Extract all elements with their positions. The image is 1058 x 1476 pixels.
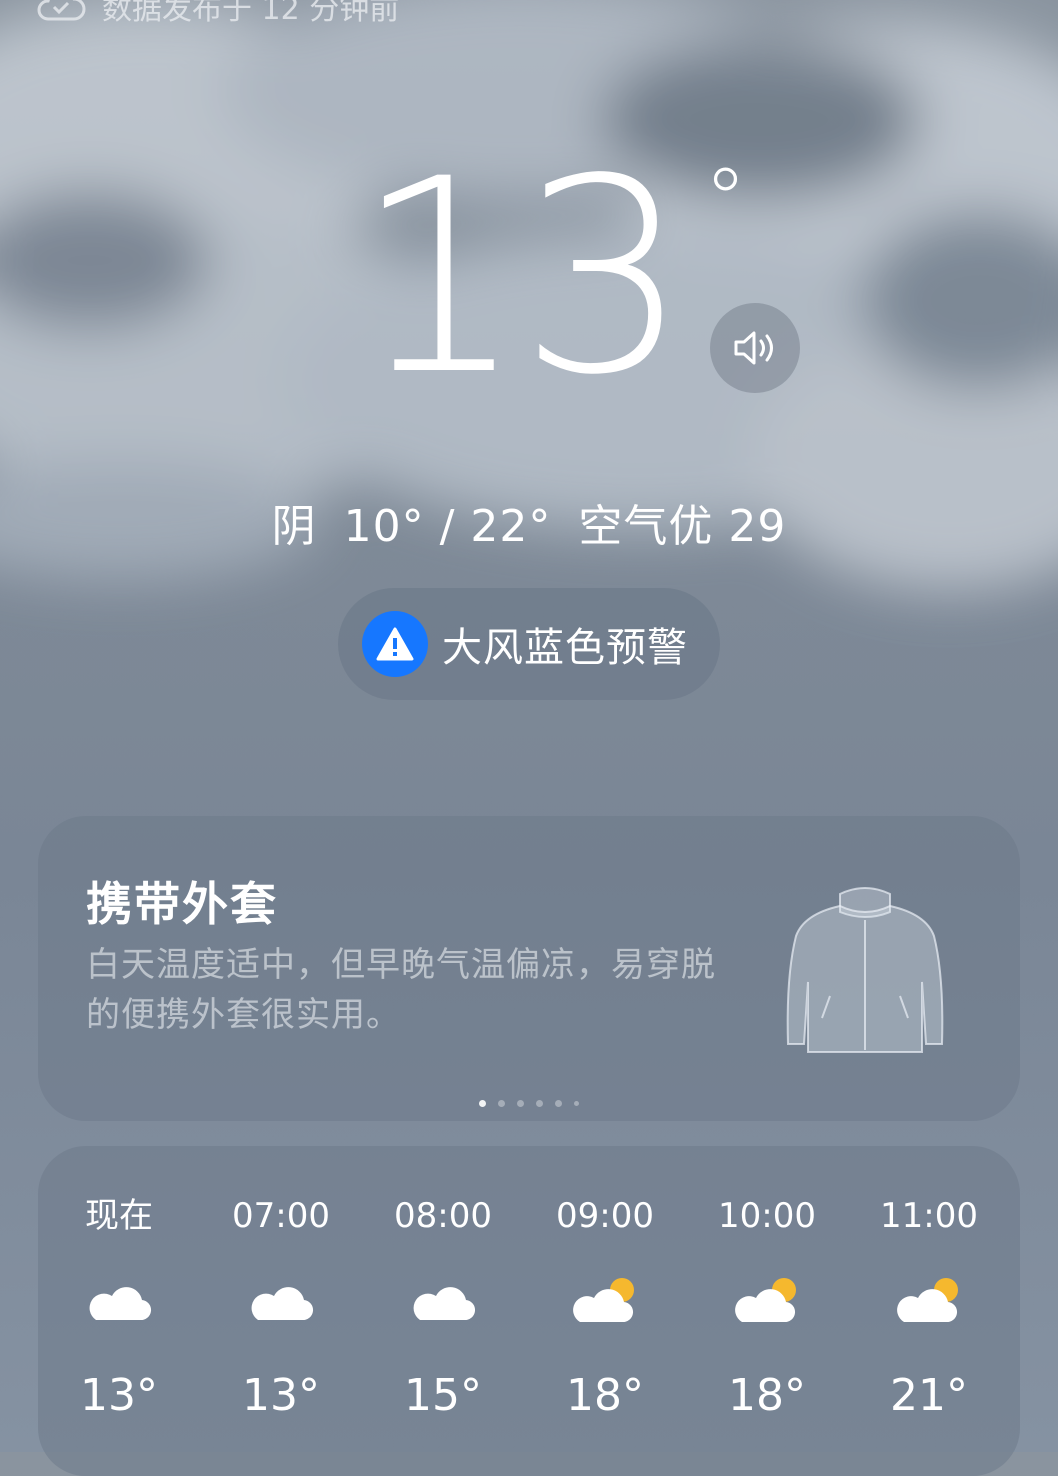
- hour-time: 08:00: [394, 1196, 492, 1236]
- warning-icon: [362, 611, 428, 677]
- hour-item: 09:00 18°: [524, 1196, 686, 1421]
- life-tip-card[interactable]: 携带外套 白天温度适中，但早晚气温偏凉，易穿脱的便携外套很实用。: [38, 816, 1020, 1121]
- hour-temperature: 21°: [890, 1370, 968, 1421]
- hour-temperature: 18°: [566, 1370, 644, 1421]
- current-temperature: 13: [0, 122, 1058, 434]
- hour-temperature: 15°: [404, 1370, 482, 1421]
- tip-title: 携带外套: [86, 877, 278, 931]
- publish-time-text: 数据发布于 12 分钟前: [102, 0, 400, 27]
- publish-status: 数据发布于 12 分钟前: [36, 0, 400, 27]
- carousel-dot: [517, 1100, 524, 1107]
- degree-symbol: °: [704, 150, 747, 250]
- hour-item: 10:00 18°: [686, 1196, 848, 1421]
- hour-temperature: 18°: [728, 1370, 806, 1421]
- hour-item: 08:00 15°: [362, 1196, 524, 1421]
- hour-temperature: 13°: [242, 1370, 320, 1421]
- cloud-icon: [89, 1287, 152, 1321]
- weather-summary[interactable]: 阴 10° / 22° 空气优 29: [0, 490, 1058, 554]
- hour-temperature: 13°: [80, 1370, 158, 1421]
- hourly-forecast-card[interactable]: 现在 13° 07:00 13° 08:00 15° 09:00 18° 10:…: [38, 1146, 1020, 1476]
- hour-item: 现在 13°: [38, 1196, 200, 1421]
- hour-time: 11:00: [880, 1196, 978, 1236]
- temperature-range: 10° / 22°: [343, 501, 552, 552]
- cloud-check-icon: [37, 0, 86, 21]
- tip-description: 白天温度适中，但早晚气温偏凉，易穿脱的便携外套很实用。: [86, 945, 716, 1035]
- alert-label: 大风蓝色预警: [442, 625, 688, 671]
- hour-time: 10:00: [718, 1196, 816, 1236]
- partly-cloudy-icon: [897, 1278, 958, 1323]
- carousel-dot: [536, 1100, 543, 1107]
- partly-cloudy-icon: [735, 1278, 796, 1323]
- temperature-value: 13: [354, 122, 689, 434]
- carousel-dot: [574, 1101, 579, 1106]
- carousel-indicator: [38, 1100, 1020, 1107]
- partly-cloudy-icon: [573, 1278, 634, 1323]
- cloud-icon: [413, 1287, 476, 1321]
- hour-item: 11:00 21°: [848, 1196, 1010, 1421]
- hour-time: 现在: [85, 1196, 153, 1236]
- condition-text: 阴: [271, 501, 317, 552]
- hour-time: 07:00: [232, 1196, 330, 1236]
- weather-alert-button[interactable]: 大风蓝色预警: [338, 588, 720, 700]
- cloud-icon: [251, 1287, 314, 1321]
- carousel-dot: [498, 1100, 505, 1107]
- voice-broadcast-button[interactable]: [710, 303, 800, 393]
- speaker-icon: [734, 331, 773, 365]
- carousel-dot: [555, 1100, 562, 1107]
- hour-item: 07:00 13°: [200, 1196, 362, 1421]
- air-quality[interactable]: 空气优 29: [578, 501, 786, 552]
- jacket-icon: [786, 887, 944, 1053]
- carousel-dot: [479, 1100, 486, 1107]
- hour-time: 09:00: [556, 1196, 654, 1236]
